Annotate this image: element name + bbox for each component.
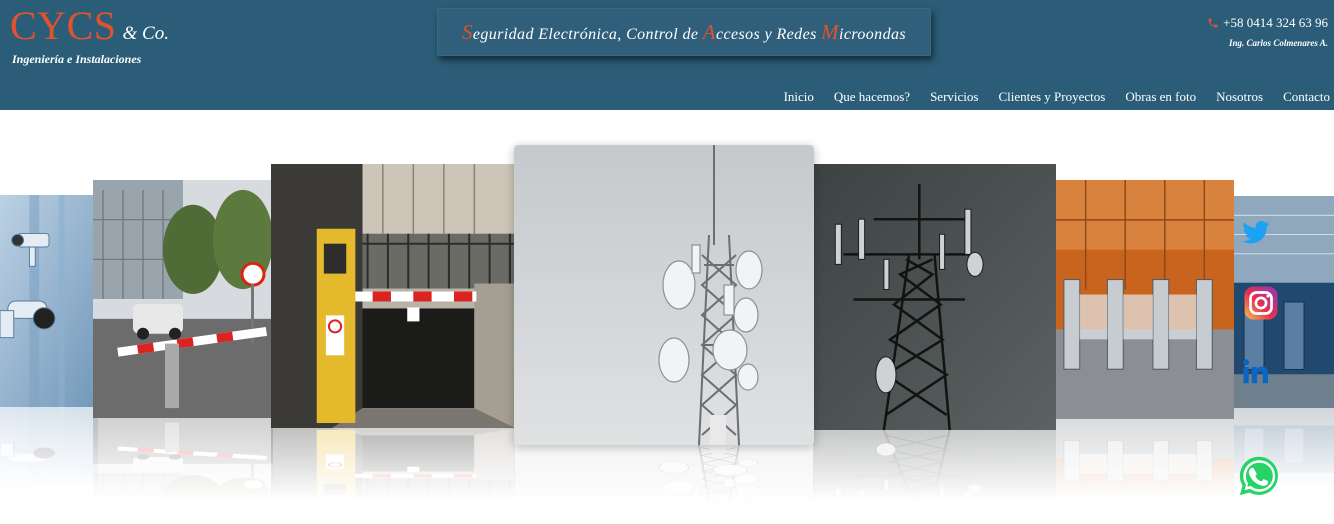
- garage-barrier-image: [271, 164, 515, 428]
- twitter-icon[interactable]: [1240, 218, 1272, 248]
- security-cameras-image: [0, 195, 98, 407]
- main-nav: Inicio Que hacemos? Servicios Clientes y…: [784, 89, 1330, 105]
- logo[interactable]: CYCS & Co. Ingeniería e Instalaciones: [10, 6, 169, 67]
- security-cameras-image: [0, 407, 98, 517]
- logo-suffix: & Co.: [122, 23, 169, 44]
- slide-reflection: [514, 445, 814, 524]
- parking-barrier-image: [93, 180, 273, 418]
- whatsapp-icon[interactable]: [1237, 454, 1281, 498]
- image-carousel[interactable]: [0, 110, 1334, 524]
- slide-reflection: [1056, 419, 1234, 524]
- turnstiles-image: [1056, 180, 1234, 419]
- carousel-slide-dark-antenna-tower[interactable]: [813, 164, 1056, 430]
- dark-antenna-tower-image: [813, 164, 1056, 430]
- site-header: CYCS & Co. Ingeniería e Instalaciones Se…: [0, 0, 1334, 110]
- slide-reflection: [271, 428, 515, 524]
- carousel-slide-garage-barrier[interactable]: [271, 164, 515, 428]
- contact-info: +58 0414 324 63 96 Ing. Carlos Colmenare…: [1207, 15, 1328, 48]
- dark-antenna-tower-image: [813, 430, 1056, 524]
- phone-icon: [1208, 18, 1218, 28]
- logo-subtitle: Ingeniería e Instalaciones: [12, 52, 142, 66]
- engineer-name: Ing. Carlos Colmenares A.: [1229, 38, 1328, 48]
- slide-reflection: [813, 430, 1056, 524]
- antenna-tower-image: [514, 445, 814, 524]
- instagram-icon[interactable]: [1243, 285, 1279, 321]
- tagline-text: ccesos y Redes: [716, 25, 822, 43]
- carousel-slide-antenna-tower[interactable]: [514, 145, 814, 445]
- slide-reflection: [0, 407, 98, 517]
- tagline-text: eguridad Electrónica, Control de: [472, 25, 703, 43]
- parking-barrier-image: [93, 418, 273, 524]
- carousel-slide-security-cameras[interactable]: [0, 195, 98, 407]
- antenna-tower-image: [514, 145, 814, 445]
- nav-item-clientes-proyectos[interactable]: Clientes y Proyectos: [998, 89, 1105, 105]
- nav-item-que-hacemos[interactable]: Que hacemos?: [834, 89, 910, 105]
- garage-barrier-image: [271, 428, 515, 524]
- tagline-initial: S: [461, 19, 473, 44]
- tagline-text: icroondas: [839, 25, 907, 43]
- nav-item-obras-en-foto[interactable]: Obras en foto: [1125, 89, 1196, 105]
- tagline-initial: M: [821, 19, 839, 44]
- turnstiles-image: [1056, 419, 1234, 524]
- phone-number: +58 0414 324 63 96: [1223, 15, 1328, 30]
- nav-item-inicio[interactable]: Inicio: [784, 89, 814, 105]
- nav-item-nosotros[interactable]: Nosotros: [1216, 89, 1263, 105]
- logo-wordmark: CYCS & Co.: [10, 6, 169, 46]
- nav-item-servicios[interactable]: Servicios: [930, 89, 978, 105]
- carousel-slide-parking-barrier[interactable]: [93, 180, 273, 418]
- tagline-banner: Seguridad Electrónica, Control de Acceso…: [437, 8, 931, 56]
- linkedin-icon[interactable]: [1240, 357, 1272, 387]
- logo-name: CYCS: [10, 3, 117, 48]
- phone-row[interactable]: +58 0414 324 63 96: [1207, 15, 1328, 31]
- nav-item-contacto[interactable]: Contacto: [1283, 89, 1330, 105]
- tagline: Seguridad Electrónica, Control de Acceso…: [462, 20, 906, 45]
- tagline-initial: A: [702, 19, 717, 44]
- slide-reflection: [93, 418, 273, 524]
- carousel-slide-turnstiles[interactable]: [1056, 180, 1234, 419]
